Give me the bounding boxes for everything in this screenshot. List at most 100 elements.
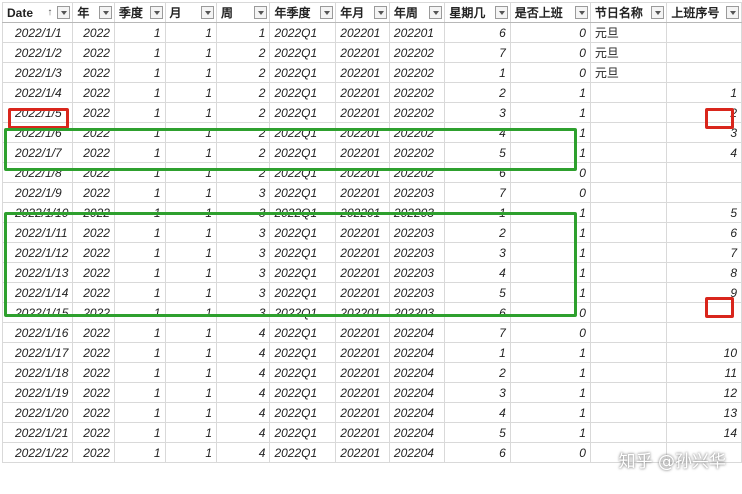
cell-week[interactable]: 4 [216, 342, 271, 363]
cell-yw[interactable]: 202203 [388, 262, 446, 283]
cell-month[interactable]: 1 [164, 282, 218, 303]
cell-yw[interactable]: 202202 [388, 122, 446, 143]
cell-yw[interactable]: 202202 [388, 62, 446, 83]
cell-yq[interactable]: 2022Q1 [269, 102, 337, 123]
cell-week[interactable]: 4 [216, 322, 271, 343]
cell-month[interactable]: 1 [164, 102, 218, 123]
cell-year[interactable]: 2022 [72, 282, 115, 303]
cell-workday[interactable]: 1 [509, 82, 591, 103]
cell-holiday[interactable] [589, 102, 668, 123]
cell-year[interactable]: 2022 [72, 302, 115, 323]
cell-yq[interactable]: 2022Q1 [269, 62, 337, 83]
cell-year[interactable]: 2022 [72, 162, 115, 183]
cell-yw[interactable]: 202203 [388, 222, 446, 243]
cell-seq[interactable]: 7 [666, 242, 742, 263]
cell-holiday[interactable] [589, 382, 668, 403]
cell-week[interactable]: 3 [216, 222, 271, 243]
cell-seq[interactable]: 8 [666, 262, 742, 283]
cell-month[interactable]: 1 [164, 442, 218, 463]
cell-month[interactable]: 1 [164, 382, 218, 403]
cell-holiday[interactable] [589, 282, 668, 303]
cell-quarter[interactable]: 1 [113, 202, 166, 223]
cell-quarter[interactable]: 1 [113, 242, 166, 263]
filter-dropdown-icon[interactable] [254, 6, 268, 19]
column-header-quarter[interactable]: 季度 [113, 2, 166, 23]
cell-workday[interactable]: 0 [509, 162, 591, 183]
cell-ym[interactable]: 202201 [335, 42, 390, 63]
column-header-week[interactable]: 周 [216, 2, 271, 23]
cell-month[interactable]: 1 [164, 342, 218, 363]
cell-yw[interactable]: 202204 [388, 322, 446, 343]
cell-yq[interactable]: 2022Q1 [269, 302, 337, 323]
cell-seq[interactable]: 9 [666, 282, 742, 303]
cell-yw[interactable]: 202204 [388, 342, 446, 363]
cell-year[interactable]: 2022 [72, 202, 115, 223]
cell-workday[interactable]: 1 [509, 262, 591, 283]
cell-week[interactable]: 4 [216, 442, 271, 463]
cell-date[interactable]: 2022/1/11 [1, 222, 74, 243]
cell-yq[interactable]: 2022Q1 [269, 342, 337, 363]
cell-year[interactable]: 2022 [72, 222, 115, 243]
cell-weekday[interactable]: 5 [444, 282, 511, 303]
cell-weekday[interactable]: 2 [444, 362, 511, 383]
cell-weekday[interactable]: 6 [444, 302, 511, 323]
cell-seq[interactable] [666, 162, 742, 183]
cell-seq[interactable]: 11 [666, 362, 742, 383]
cell-month[interactable]: 1 [164, 82, 218, 103]
cell-workday[interactable]: 1 [509, 242, 591, 263]
cell-yq[interactable]: 2022Q1 [269, 142, 337, 163]
cell-year[interactable]: 2022 [72, 22, 115, 43]
cell-seq[interactable]: 14 [666, 422, 742, 443]
cell-week[interactable]: 2 [216, 62, 271, 83]
cell-date[interactable]: 2022/1/10 [1, 202, 74, 223]
cell-year[interactable]: 2022 [72, 142, 115, 163]
cell-week[interactable]: 2 [216, 102, 271, 123]
cell-year[interactable]: 2022 [72, 402, 115, 423]
cell-weekday[interactable]: 5 [444, 422, 511, 443]
cell-quarter[interactable]: 1 [113, 182, 166, 203]
filter-dropdown-icon[interactable] [98, 6, 112, 19]
cell-week[interactable]: 2 [216, 122, 271, 143]
cell-quarter[interactable]: 1 [113, 382, 166, 403]
cell-date[interactable]: 2022/1/12 [1, 242, 74, 263]
cell-workday[interactable]: 1 [509, 342, 591, 363]
cell-yq[interactable]: 2022Q1 [269, 402, 337, 423]
cell-yq[interactable]: 2022Q1 [269, 382, 337, 403]
cell-ym[interactable]: 202201 [335, 282, 390, 303]
cell-seq[interactable]: 1 [666, 82, 742, 103]
cell-quarter[interactable]: 1 [113, 222, 166, 243]
cell-week[interactable]: 4 [216, 402, 271, 423]
cell-yw[interactable]: 202203 [388, 242, 446, 263]
cell-quarter[interactable]: 1 [113, 402, 166, 423]
cell-month[interactable]: 1 [164, 402, 218, 423]
cell-yw[interactable]: 202202 [388, 42, 446, 63]
cell-ym[interactable]: 202201 [335, 142, 390, 163]
cell-holiday[interactable] [589, 422, 668, 443]
cell-seq[interactable] [666, 22, 742, 43]
column-header-ym[interactable]: 年月 [335, 2, 390, 23]
cell-workday[interactable]: 1 [509, 362, 591, 383]
cell-holiday[interactable] [589, 402, 668, 423]
cell-ym[interactable]: 202201 [335, 362, 390, 383]
cell-workday[interactable]: 1 [509, 142, 591, 163]
cell-seq[interactable]: 2 [666, 102, 742, 123]
cell-yw[interactable]: 202203 [388, 202, 446, 223]
cell-ym[interactable]: 202201 [335, 202, 390, 223]
cell-weekday[interactable]: 4 [444, 402, 511, 423]
cell-weekday[interactable]: 7 [444, 182, 511, 203]
cell-ym[interactable]: 202201 [335, 302, 390, 323]
cell-month[interactable]: 1 [164, 262, 218, 283]
cell-yq[interactable]: 2022Q1 [269, 322, 337, 343]
cell-date[interactable]: 2022/1/20 [1, 402, 74, 423]
cell-ym[interactable]: 202201 [335, 402, 390, 423]
cell-ym[interactable]: 202201 [335, 422, 390, 443]
cell-holiday[interactable] [589, 202, 668, 223]
cell-quarter[interactable]: 1 [113, 42, 166, 63]
cell-holiday[interactable] [589, 182, 668, 203]
cell-month[interactable]: 1 [164, 202, 218, 223]
cell-yw[interactable]: 202202 [388, 162, 446, 183]
cell-year[interactable]: 2022 [72, 442, 115, 463]
cell-date[interactable]: 2022/1/1 [1, 22, 74, 43]
cell-yw[interactable]: 202203 [388, 282, 446, 303]
cell-quarter[interactable]: 1 [113, 102, 166, 123]
